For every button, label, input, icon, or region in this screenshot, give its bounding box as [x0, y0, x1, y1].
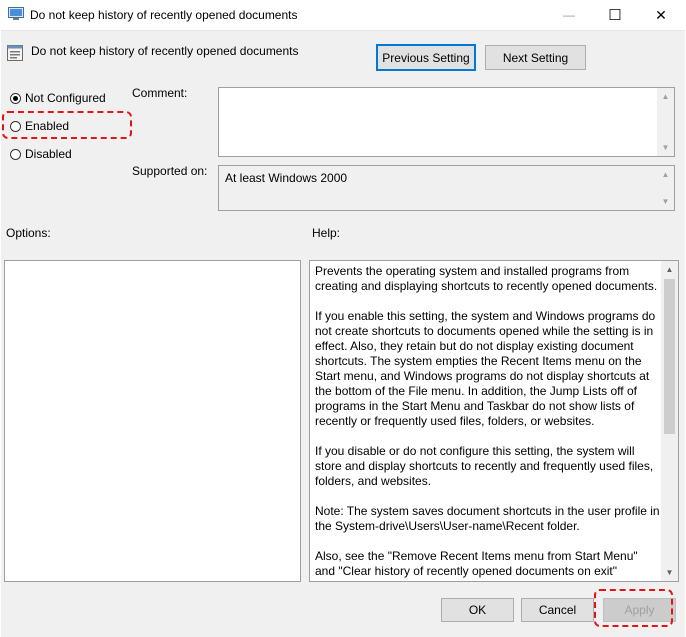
minimize-button[interactable]: —	[546, 0, 592, 30]
radio-disabled-label: Disabled	[25, 147, 72, 161]
options-pane	[4, 260, 301, 582]
help-label: Help:	[312, 226, 341, 240]
help-scrollbar-thumb[interactable]	[664, 279, 675, 434]
help-pane: Prevents the operating system and instal…	[309, 260, 679, 582]
comment-scrollbar[interactable]: ▲ ▼	[657, 88, 674, 156]
radio-not-configured[interactable]: Not Configured	[10, 91, 106, 105]
comment-textarea[interactable]: ▲ ▼	[218, 87, 675, 157]
maximize-button[interactable]: ☐	[592, 0, 638, 30]
help-scrollbar[interactable]: ▲ ▼	[661, 261, 678, 581]
previous-setting-label: Previous Setting	[382, 50, 470, 65]
chevron-up-icon[interactable]: ▲	[661, 261, 678, 278]
supported-on-value: At least Windows 2000	[225, 171, 348, 185]
supported-scrollbar[interactable]: ▲ ▼	[657, 166, 674, 210]
comment-label: Comment:	[132, 86, 188, 100]
help-text: Prevents the operating system and instal…	[315, 264, 660, 581]
ok-button[interactable]: OK	[441, 598, 514, 622]
cancel-label: Cancel	[538, 603, 577, 617]
close-button[interactable]: ✕	[638, 0, 684, 30]
supported-on-field: At least Windows 2000 ▲ ▼	[218, 165, 675, 211]
chevron-down-icon[interactable]: ▼	[661, 564, 678, 581]
previous-setting-button[interactable]: Previous Setting	[376, 44, 476, 71]
help-paragraph: Prevents the operating system and instal…	[315, 264, 658, 293]
supported-on-label: Supported on:	[132, 164, 208, 178]
window-title: Do not keep history of recently opened d…	[30, 8, 298, 22]
policy-setting-icon	[7, 45, 23, 61]
next-setting-label: Next Setting	[502, 50, 569, 65]
ok-label: OK	[468, 603, 487, 617]
radio-not-configured-circle[interactable]	[10, 92, 21, 104]
help-paragraph: Also, see the "Remove Recent Items menu …	[315, 549, 638, 581]
help-paragraph: If you enable this setting, the system a…	[315, 309, 656, 428]
help-paragraph: Note: The system saves document shortcut…	[315, 504, 660, 533]
chevron-up-icon[interactable]: ▲	[657, 166, 674, 183]
options-label: Options:	[6, 226, 51, 240]
policy-window-icon	[8, 7, 24, 20]
chevron-down-icon[interactable]: ▼	[657, 139, 674, 156]
chevron-up-icon[interactable]: ▲	[657, 88, 674, 105]
apply-highlight-annotation	[594, 589, 673, 627]
cancel-button[interactable]: Cancel	[521, 598, 594, 622]
enabled-highlight-annotation	[2, 111, 132, 139]
chevron-down-icon[interactable]: ▼	[657, 193, 674, 210]
radio-disabled[interactable]: Disabled	[10, 147, 72, 161]
radio-not-configured-label: Not Configured	[25, 91, 106, 105]
help-paragraph: If you disable or do not configure this …	[315, 444, 654, 488]
policy-title: Do not keep history of recently opened d…	[31, 44, 299, 58]
radio-disabled-circle[interactable]	[10, 148, 21, 160]
next-setting-button[interactable]: Next Setting	[485, 45, 586, 70]
